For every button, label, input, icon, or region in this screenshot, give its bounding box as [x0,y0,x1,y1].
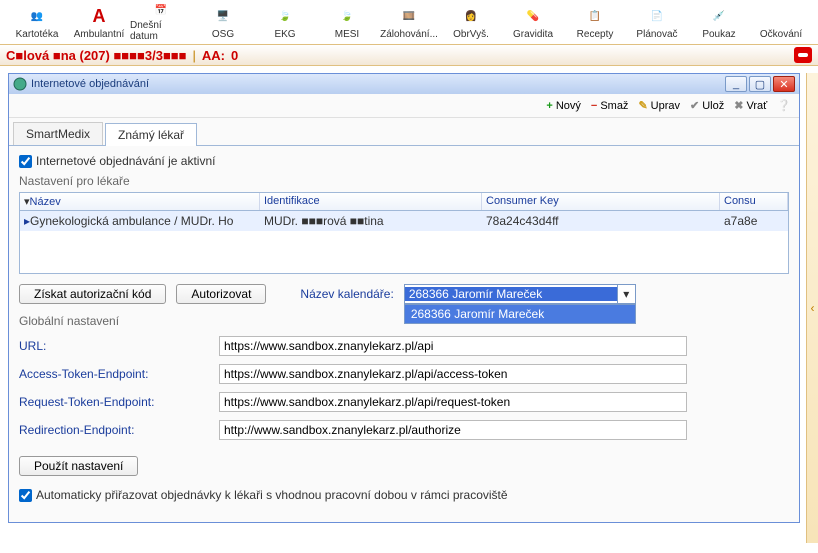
aa-value: 0 [231,48,238,63]
toolbar-icon: A [87,4,111,28]
field-input-0[interactable] [219,336,687,356]
patient-name: C■lová ■na (207) ■■■■3/3■■■ [6,48,187,63]
dropdown-item[interactable]: 268366 Jaromír Mareček [405,305,635,323]
toolbar-item-7[interactable]: 👩ObrVyš. [440,2,502,42]
section-doctor-settings: Nastavení pro lékaře [19,174,789,188]
toolbar-icon: 🎞️ [397,4,421,28]
action-nový[interactable]: +Nový [546,100,581,112]
close-button[interactable]: ✕ [773,76,795,92]
field-label-1: Access-Token-Endpoint: [19,367,219,381]
titlebar: Internetové objednávání _ ▢ ✕ [9,74,799,94]
col-ckey[interactable]: Consumer Key [482,193,720,210]
toolbar-icon: 👥 [25,4,49,28]
action-icon: ✎ [638,99,647,112]
action-icon: − [591,100,597,112]
tab-strip: SmartMedixZnámý lékař [9,118,799,146]
toolbar-icon: 📄 [645,4,669,28]
calendar-combo[interactable]: 268366 Jaromír Mareček ▾ [404,284,636,304]
right-collapse-strip[interactable]: ‹ [806,73,818,543]
toolbar-icon: 📋 [583,4,607,28]
toolbar-icon: 📅 [149,2,173,19]
aa-label: AA: [202,48,225,63]
toolbar-item-5[interactable]: 🍃MESI [316,2,378,42]
action-vrať[interactable]: ✖Vrať [734,99,767,112]
toolbar-item-2[interactable]: 📅Dnešní datum [130,2,192,42]
toolbar-icon: 👩 [459,4,483,28]
toolbar-item-3[interactable]: 🖥️OSG [192,2,254,42]
doctor-grid[interactable]: ▾Název Identifikace Consumer Key Consu ▸… [19,192,789,274]
calendar-dropdown[interactable]: 268366 Jaromír Mareček [404,304,636,324]
tab-0[interactable]: SmartMedix [13,122,103,145]
toolbar-icon [769,4,793,28]
action-smaž[interactable]: −Smaž [591,100,629,112]
toolbar-icon: 💊 [521,4,545,28]
calendar-label: Název kalendáře: [300,287,393,301]
action-bar: +Nový −Smaž ✎Uprav ✔Ulož ✖Vrať ❔ [9,94,799,118]
checkbox-input[interactable] [19,489,32,502]
toolbar-icon: 🖥️ [211,4,235,28]
apply-settings-button[interactable]: Použít nastavení [19,456,138,476]
toolbar-item-0[interactable]: 👥Kartotéka [6,2,68,42]
field-label-3: Redirection-Endpoint: [19,423,219,437]
maximize-button[interactable]: ▢ [749,76,771,92]
field-label-2: Request-Token-Endpoint: [19,395,219,409]
checkbox-booking-active[interactable]: Internetové objednávání je aktivní [19,154,789,168]
checkbox-auto-assign[interactable]: Automaticky přiřazovat objednávky k léka… [19,488,789,502]
field-input-3[interactable] [219,420,687,440]
toolbar-item-1[interactable]: AAmbulantní [68,2,130,42]
tab-pane-known-doctor: Internetové objednávání je aktivní Nasta… [9,146,799,522]
col-csecret[interactable]: Consu [720,193,788,210]
phone-icon[interactable] [794,47,812,63]
tab-1[interactable]: Známý lékař [105,123,197,146]
checkbox-input[interactable] [19,155,32,168]
toolbar-item-12[interactable]: Očkování [750,2,812,42]
toolbar-item-4[interactable]: 🍃EKG [254,2,316,42]
toolbar-icon: 🍃 [335,4,359,28]
field-input-2[interactable] [219,392,687,412]
window-icon [13,77,27,91]
col-ident[interactable]: Identifikace [260,193,482,210]
main-toolbar: 👥KartotékaAAmbulantní📅Dnešní datum🖥️OSG🍃… [0,0,818,44]
action-ulož[interactable]: ✔Ulož [690,99,724,112]
toolbar-icon: 🍃 [273,4,297,28]
window-title: Internetové objednávání [31,78,149,90]
status-bar: C■lová ■na (207) ■■■■3/3■■■ | AA: 0 [0,44,818,66]
minimize-button[interactable]: _ [725,76,747,92]
action-uprav[interactable]: ✎Uprav [638,99,680,112]
chevron-down-icon[interactable]: ▾ [617,285,635,303]
help-icon[interactable]: ❔ [777,99,791,112]
chevron-left-icon: ‹ [811,301,815,315]
action-icon: ✖ [734,99,743,112]
action-icon: + [546,100,552,112]
col-name[interactable]: Název [30,196,61,208]
window-internet-booking: Internetové objednávání _ ▢ ✕ +Nový −Smaž… [8,73,800,523]
toolbar-icon: 💉 [707,4,731,28]
table-row[interactable]: ▸Gynekologická ambulance / MUDr. Ho MUDr… [20,211,788,231]
field-input-1[interactable] [219,364,687,384]
authorize-button[interactable]: Autorizovat [176,284,266,304]
toolbar-item-8[interactable]: 💊Gravidita [502,2,564,42]
action-icon: ✔ [690,99,699,112]
grid-header: ▾Název Identifikace Consumer Key Consu [20,193,788,211]
get-auth-code-button[interactable]: Získat autorizační kód [19,284,166,304]
toolbar-item-10[interactable]: 📄Plánovač [626,2,688,42]
toolbar-item-9[interactable]: 📋Recepty [564,2,626,42]
toolbar-item-11[interactable]: 💉Poukaz [688,2,750,42]
toolbar-item-6[interactable]: 🎞️Zálohování... [378,2,440,42]
field-label-0: URL: [19,339,219,353]
